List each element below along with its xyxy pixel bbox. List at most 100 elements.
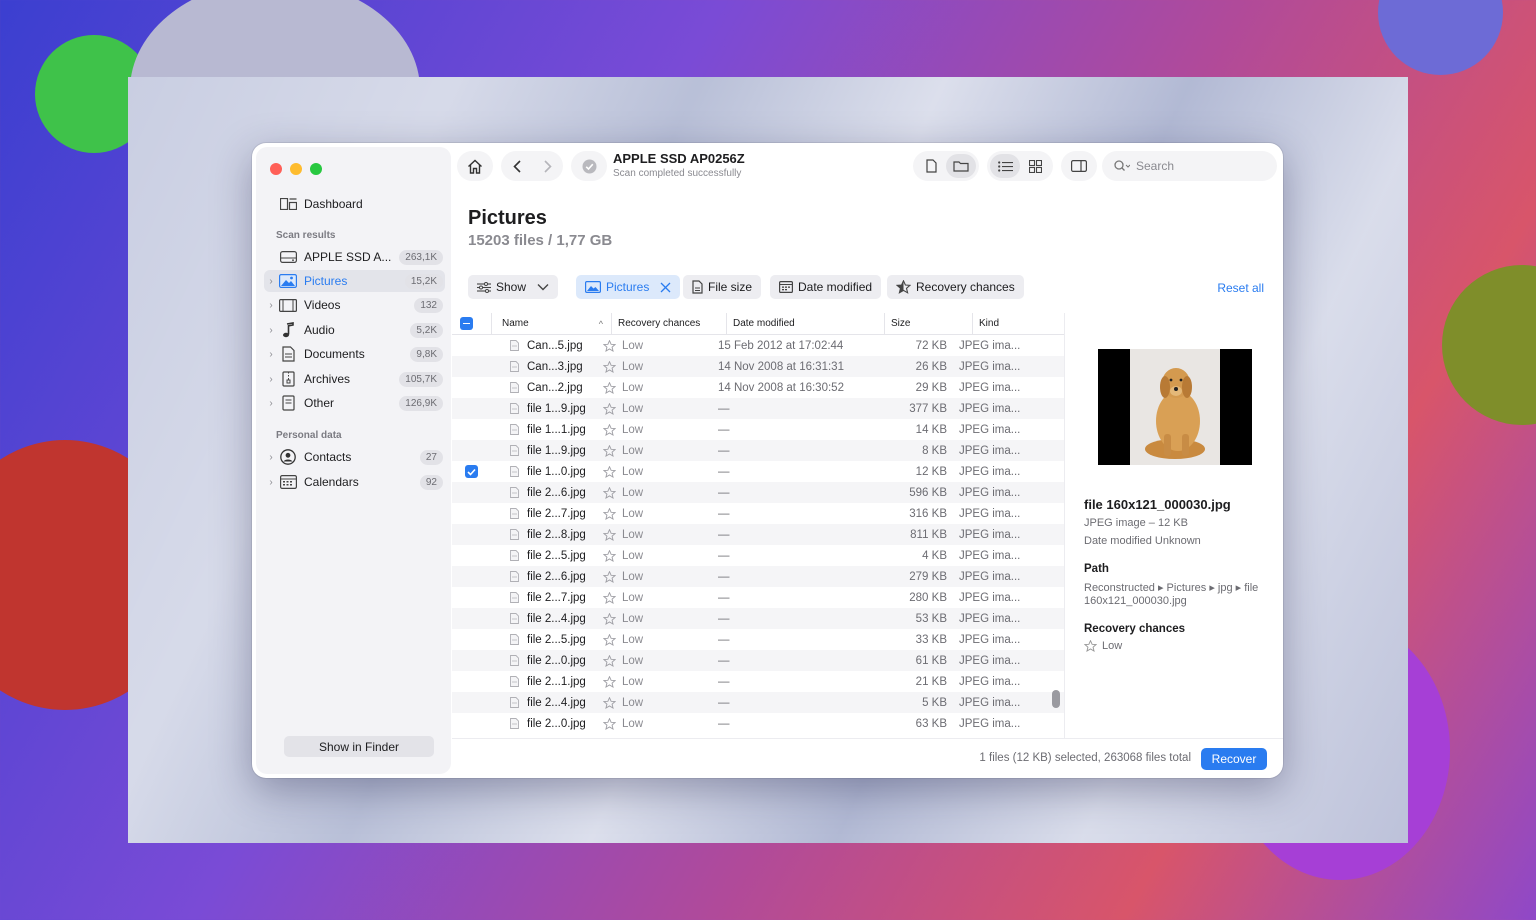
table-row[interactable]: file 2...7.jpg Low — 316 KB JPEG ima... (452, 503, 1064, 524)
column-header-date[interactable]: Date modified (727, 313, 885, 335)
star-outline-icon (1084, 640, 1097, 652)
table-scrollbar[interactable] (1052, 690, 1060, 708)
table-row[interactable]: file 2...5.jpg Low — 4 KB JPEG ima... (452, 545, 1064, 566)
date-modified-filter-button[interactable]: Date modified (770, 275, 882, 299)
sidebar-item-dashboard[interactable]: Dashboard (264, 193, 445, 215)
archive-icon (278, 371, 298, 387)
table-row[interactable]: file 2...7.jpg Low — 280 KB JPEG ima... (452, 587, 1064, 608)
item-count-badge: 5,2K (410, 322, 443, 338)
table-row[interactable]: file 2...5.jpg Low — 33 KB JPEG ima... (452, 629, 1064, 650)
recovery-chances-filter-button[interactable]: Recovery chances (887, 275, 1024, 299)
file-icon (692, 280, 703, 294)
date-modified-filter-label: Date modified (798, 280, 873, 294)
close-icon[interactable] (660, 282, 671, 293)
show-in-finder-button[interactable]: Show in Finder (284, 736, 434, 757)
table-row[interactable]: file 1...9.jpg Low — 377 KB JPEG ima... (452, 398, 1064, 419)
chevron-right-icon[interactable]: › (264, 477, 278, 488)
column-header-recovery[interactable]: Recovery chances (612, 313, 727, 335)
size-cell: 33 KB (915, 633, 947, 646)
chevron-right-icon[interactable]: › (264, 374, 278, 385)
table-row[interactable]: file 2...0.jpg Low — 61 KB JPEG ima... (452, 650, 1064, 671)
file-icon (510, 634, 519, 645)
column-header-name[interactable]: Name ^ (492, 313, 612, 335)
grid-view-button[interactable] (1020, 159, 1050, 173)
sidebar-item-contacts[interactable]: › Contacts 27 (264, 446, 445, 468)
preview-path-line1: Reconstructed ▸ Pictures ▸ jpg ▸ file (1084, 582, 1259, 594)
scan-status-button[interactable] (571, 151, 607, 181)
show-filter-button[interactable]: Show (468, 275, 559, 299)
sidebar-item-videos[interactable]: › Videos 132 (264, 294, 445, 316)
chevron-right-icon[interactable]: › (264, 325, 278, 336)
sidebar-item-documents[interactable]: › Documents 9,8K (264, 343, 445, 365)
file-icon (510, 403, 519, 414)
table-row[interactable]: file 2...1.jpg Low — 21 KB JPEG ima... (452, 671, 1064, 692)
table-header: Name ^ Recovery chances Date modified Si… (452, 313, 1064, 335)
table-row[interactable]: file 2...6.jpg Low — 279 KB JPEG ima... (452, 566, 1064, 587)
sidebar-item-other[interactable]: › Other 126,9K (264, 392, 445, 414)
sidebar-item-apple-ssd[interactable]: APPLE SSD A... 263,1K (264, 246, 445, 268)
sidebar-item-archives[interactable]: › Archives 105,7K (264, 368, 445, 390)
forward-button[interactable] (532, 159, 563, 173)
table-row[interactable]: Can...5.jpg Low 15 Feb 2012 at 17:02:44 72 … (452, 335, 1064, 356)
chevron-right-icon[interactable]: › (264, 349, 278, 360)
select-all-checkbox[interactable] (460, 317, 473, 330)
recovery-cell: Low (599, 465, 713, 478)
file-icon (510, 592, 519, 603)
back-button[interactable] (501, 159, 532, 173)
column-header-kind[interactable]: Kind (973, 313, 1049, 335)
kind-cell: JPEG ima... (959, 612, 1021, 625)
scan-status-text: Scan completed successfully (613, 168, 742, 179)
status-bar: 1 files (12 KB) selected, 263068 files t… (452, 738, 1283, 778)
file-icon (510, 613, 519, 624)
table-row[interactable]: file 1...1.jpg Low — 14 KB JPEG ima... (452, 419, 1064, 440)
table-row[interactable]: file 1...0.jpg Low — 12 KB JPEG ima... (452, 461, 1064, 482)
chevron-right-icon[interactable]: › (264, 452, 278, 463)
file-icon (510, 571, 519, 582)
minimize-button[interactable] (290, 163, 302, 175)
reset-all-link[interactable]: Reset all (1217, 281, 1264, 295)
search-input[interactable]: Search (1102, 151, 1277, 181)
kind-cell: JPEG ima... (959, 633, 1021, 646)
sidebar-item-calendars[interactable]: › Calendars 92 (264, 471, 445, 493)
folder-view-button[interactable] (946, 154, 976, 178)
date-cell: — (718, 549, 730, 562)
table-row[interactable]: file 2...6.jpg Low — 596 KB JPEG ima... (452, 482, 1064, 503)
recovery-cell: Low (599, 507, 713, 520)
file-icon (510, 550, 519, 561)
kind-cell: JPEG ima... (959, 444, 1021, 457)
chevron-right-icon[interactable]: › (264, 300, 278, 311)
table-row[interactable]: file 2...4.jpg Low — 53 KB JPEG ima... (452, 608, 1064, 629)
checkbox-cell (452, 508, 492, 520)
checkbox-cell (452, 445, 492, 457)
table-row[interactable]: file 1...9.jpg Low — 8 KB JPEG ima... (452, 440, 1064, 461)
table-row[interactable]: file 2...4.jpg Low — 5 KB JPEG ima... (452, 692, 1064, 713)
toggle-preview-button[interactable] (1061, 151, 1097, 181)
chevron-right-icon[interactable]: › (264, 398, 278, 409)
file-size-filter-button[interactable]: File size (683, 275, 762, 299)
recover-button[interactable]: Recover (1201, 748, 1267, 770)
file-view-button[interactable] (916, 153, 946, 179)
pictures-filter-chip[interactable]: Pictures (576, 275, 681, 299)
column-header-size[interactable]: Size (885, 313, 973, 335)
table-row[interactable]: file 2...0.jpg Low — 63 KB JPEG ima... (452, 713, 1064, 734)
chevron-right-icon[interactable]: › (264, 276, 278, 287)
window-controls (270, 163, 322, 175)
sidebar-item-pictures[interactable]: › Pictures 15,2K (264, 270, 445, 292)
home-button[interactable] (457, 151, 493, 181)
row-checkbox[interactable] (465, 465, 478, 478)
table-row[interactable]: file 2...8.jpg Low — 811 KB JPEG ima... (452, 524, 1064, 545)
checkbox-cell (452, 655, 492, 667)
sidebar-item-audio[interactable]: › Audio 5,2K (264, 319, 445, 341)
kind-cell: JPEG ima... (959, 528, 1021, 541)
zoom-button[interactable] (310, 163, 322, 175)
minus-icon (463, 322, 470, 325)
close-button[interactable] (270, 163, 282, 175)
list-view-button[interactable] (990, 154, 1020, 178)
date-cell: — (718, 507, 730, 520)
table-row[interactable]: Can...3.jpg Low 14 Nov 2008 at 16:31:31 26 … (452, 356, 1064, 377)
table-row[interactable]: Can...2.jpg Low 14 Nov 2008 at 16:30:52 29 … (452, 377, 1064, 398)
star-outline-icon (603, 591, 616, 604)
item-count-badge: 263,1K (399, 249, 443, 265)
item-count-badge: 15,2K (404, 273, 443, 289)
sort-ascending-icon: ^ (598, 318, 603, 329)
